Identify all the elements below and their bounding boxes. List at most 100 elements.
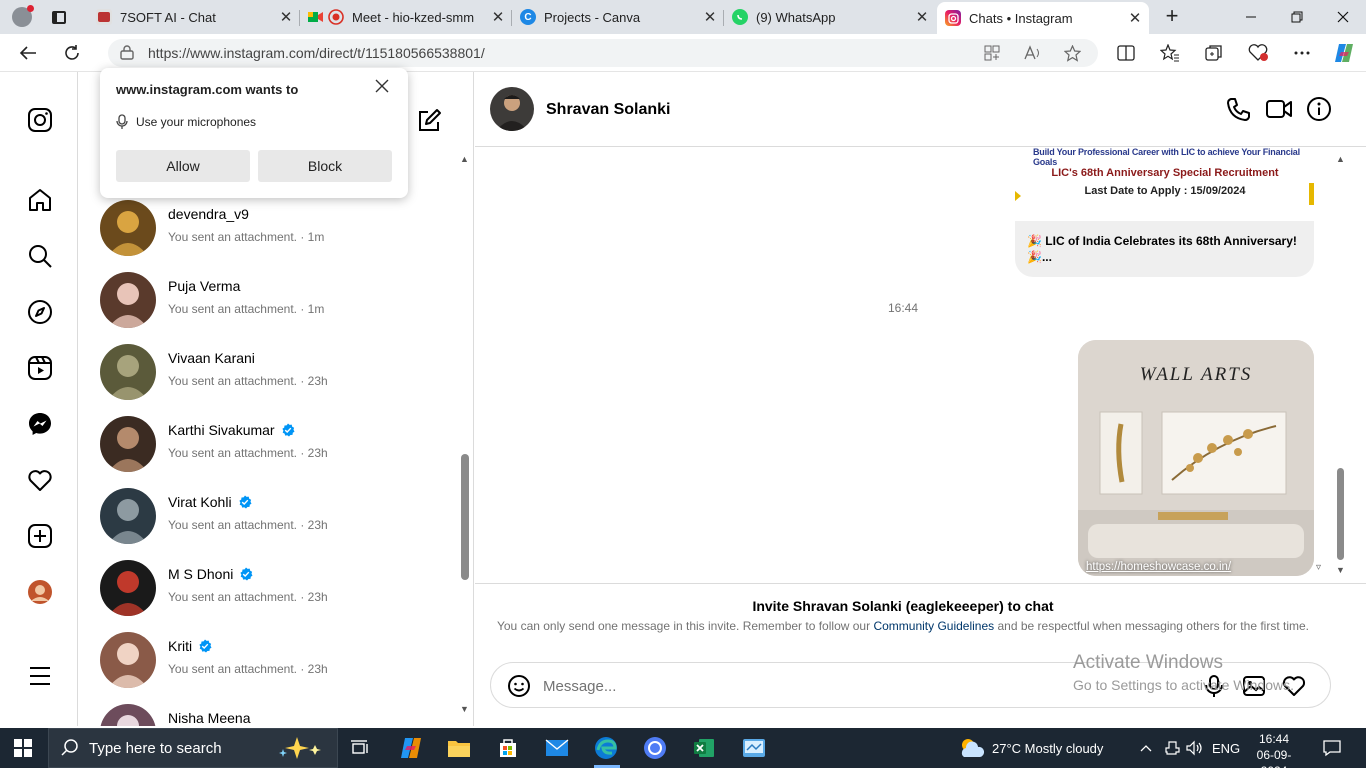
create-icon[interactable] (26, 522, 54, 550)
mail-icon[interactable] (543, 734, 571, 762)
close-tab-icon[interactable]: ✕ (488, 8, 508, 26)
scroll-down-arrow[interactable]: ▼ (460, 704, 469, 714)
close-window-icon[interactable] (1320, 0, 1366, 34)
task-view-icon[interactable] (346, 734, 374, 762)
conversation-item[interactable]: Nisha Meena (100, 702, 440, 726)
copilot-taskbar-icon[interactable] (397, 734, 425, 762)
conversation-avatar[interactable] (100, 704, 156, 726)
close-tab-icon[interactable]: ✕ (700, 8, 720, 26)
language-indicator[interactable]: ENG (1212, 728, 1240, 768)
conversation-item[interactable]: Virat Kohli You sent an attachment. · 23h (100, 486, 440, 546)
conversation-item[interactable]: devendra_v9 You sent an attachment. · 1m (100, 198, 440, 258)
conversation-name-text: Puja Verma (168, 278, 241, 294)
shared-post-caption[interactable]: 🎉 LIC of India Celebrates its 68th Anniv… (1015, 221, 1314, 277)
tab-actions-icon[interactable] (48, 7, 70, 27)
read-aloud-icon[interactable] (1024, 45, 1042, 65)
messenger-icon[interactable] (26, 410, 54, 438)
favorite-star-icon[interactable] (1063, 44, 1082, 66)
profile-avatar[interactable] (8, 4, 36, 30)
restore-icon[interactable] (1274, 0, 1320, 34)
collections-icon[interactable] (1202, 41, 1226, 65)
image-message[interactable]: WALL ARTS https://homeshowcase.co.in/ (1078, 340, 1314, 576)
conversation-avatar[interactable] (100, 344, 156, 400)
chat-app-icon[interactable] (641, 734, 669, 762)
tab-canva[interactable]: C Projects - Canva ✕ (512, 2, 724, 32)
app-available-icon[interactable] (984, 45, 1000, 65)
new-message-icon[interactable] (416, 108, 442, 134)
microsoft-store-icon[interactable] (494, 734, 522, 762)
conversation-avatar[interactable] (100, 560, 156, 616)
shared-post-image[interactable]: Build Your Professional Career with LIC … (1015, 147, 1315, 221)
browser-essentials-icon[interactable] (1246, 41, 1270, 65)
conversation-info-icon[interactable] (1306, 96, 1332, 122)
conversation-item[interactable]: Vivaan Karani You sent an attachment. · 2… (100, 342, 440, 402)
block-button[interactable]: Block (258, 150, 392, 182)
weather-widget[interactable]: 27°C Mostly cloudy (958, 728, 1103, 768)
conversation-item[interactable]: M S Dhoni You sent an attachment. · 23h (100, 558, 440, 618)
chat-scrollbar[interactable] (1337, 468, 1344, 560)
control-panel-icon[interactable] (740, 734, 768, 762)
favorites-icon[interactable] (1158, 41, 1182, 65)
conversation-avatar[interactable] (100, 488, 156, 544)
back-icon[interactable] (14, 40, 42, 66)
conversation-name: M S Dhoni (168, 566, 253, 582)
close-tab-icon[interactable]: ✕ (276, 8, 296, 26)
chat-scroll-down-arrow[interactable]: ▼ (1336, 565, 1345, 575)
conversation-avatar[interactable] (100, 632, 156, 688)
explore-icon[interactable] (26, 298, 54, 326)
voice-call-icon[interactable] (1226, 96, 1252, 122)
network-icon[interactable] (1164, 728, 1182, 768)
community-guidelines-link[interactable]: Community Guidelines (873, 619, 994, 633)
file-explorer-icon[interactable] (445, 734, 473, 762)
conversation-avatar[interactable] (100, 416, 156, 472)
split-screen-icon[interactable] (1114, 41, 1138, 65)
notifications-heart-icon[interactable] (26, 466, 54, 494)
volume-icon[interactable] (1186, 728, 1204, 768)
video-call-icon[interactable] (1266, 96, 1292, 122)
conversation-item[interactable]: Puja Verma You sent an attachment. · 1m (100, 270, 440, 330)
chat-header: Shravan Solanki (475, 72, 1366, 147)
close-tab-icon[interactable]: ✕ (912, 8, 932, 26)
search-icon[interactable] (26, 242, 54, 270)
conversation-item[interactable]: Kriti You sent an attachment. · 23h (100, 630, 440, 690)
conversation-avatar[interactable] (100, 200, 156, 256)
lock-icon[interactable] (120, 45, 134, 60)
image-link[interactable]: https://homeshowcase.co.in/ (1086, 561, 1231, 573)
notifications-icon[interactable] (1322, 728, 1342, 768)
instagram-logo-icon[interactable] (26, 106, 54, 134)
tab-meet[interactable]: Meet - hio-kzed-smm ✕ (300, 2, 512, 32)
tab-7soft[interactable]: 7SOFT AI - Chat ✕ (88, 2, 300, 32)
reels-icon[interactable] (26, 354, 54, 382)
new-tab-button[interactable]: + (1160, 5, 1184, 29)
conversation-avatar[interactable] (100, 272, 156, 328)
conversation-item[interactable]: Karthi Sivakumar You sent an attachment. … (100, 414, 440, 474)
system-clock[interactable]: 16:44 06-09-2024 (1244, 731, 1304, 768)
tab-whatsapp[interactable]: (9) WhatsApp ✕ (724, 2, 936, 32)
close-tab-icon[interactable]: ✕ (1125, 9, 1145, 27)
contact-name[interactable]: Shravan Solanki (546, 101, 671, 119)
excel-icon[interactable] (690, 734, 718, 762)
windows-start-icon[interactable] (14, 739, 32, 757)
show-hidden-icons[interactable] (1140, 728, 1152, 768)
conversation-list-scrollbar[interactable] (461, 454, 469, 580)
more-options-icon[interactable] (1290, 41, 1314, 65)
chat-scroll-up-arrow[interactable]: ▲ (1336, 154, 1345, 164)
message-menu-icon[interactable]: ▿ (1316, 562, 1321, 573)
minimize-icon[interactable] (1228, 0, 1274, 34)
address-bar[interactable]: https://www.instagram.com/direct/t/11518… (108, 39, 1098, 67)
taskbar-search[interactable]: Type here to search (48, 728, 338, 768)
copilot-icon[interactable] (1332, 41, 1356, 65)
tab-instagram[interactable]: Chats • Instagram ✕ (937, 2, 1149, 34)
close-popup-icon[interactable] (372, 76, 392, 96)
message-input[interactable] (543, 673, 1043, 699)
scroll-up-arrow[interactable]: ▲ (460, 154, 469, 164)
refresh-icon[interactable] (58, 40, 86, 66)
url-text[interactable]: https://www.instagram.com/direct/t/11518… (148, 45, 485, 61)
contact-avatar[interactable] (490, 87, 534, 131)
allow-button[interactable]: Allow (116, 150, 250, 182)
emoji-icon[interactable] (507, 674, 531, 698)
home-icon[interactable] (26, 186, 54, 214)
more-menu-icon[interactable] (26, 662, 54, 690)
edge-browser-icon[interactable] (592, 734, 620, 762)
profile-avatar[interactable] (26, 578, 54, 606)
